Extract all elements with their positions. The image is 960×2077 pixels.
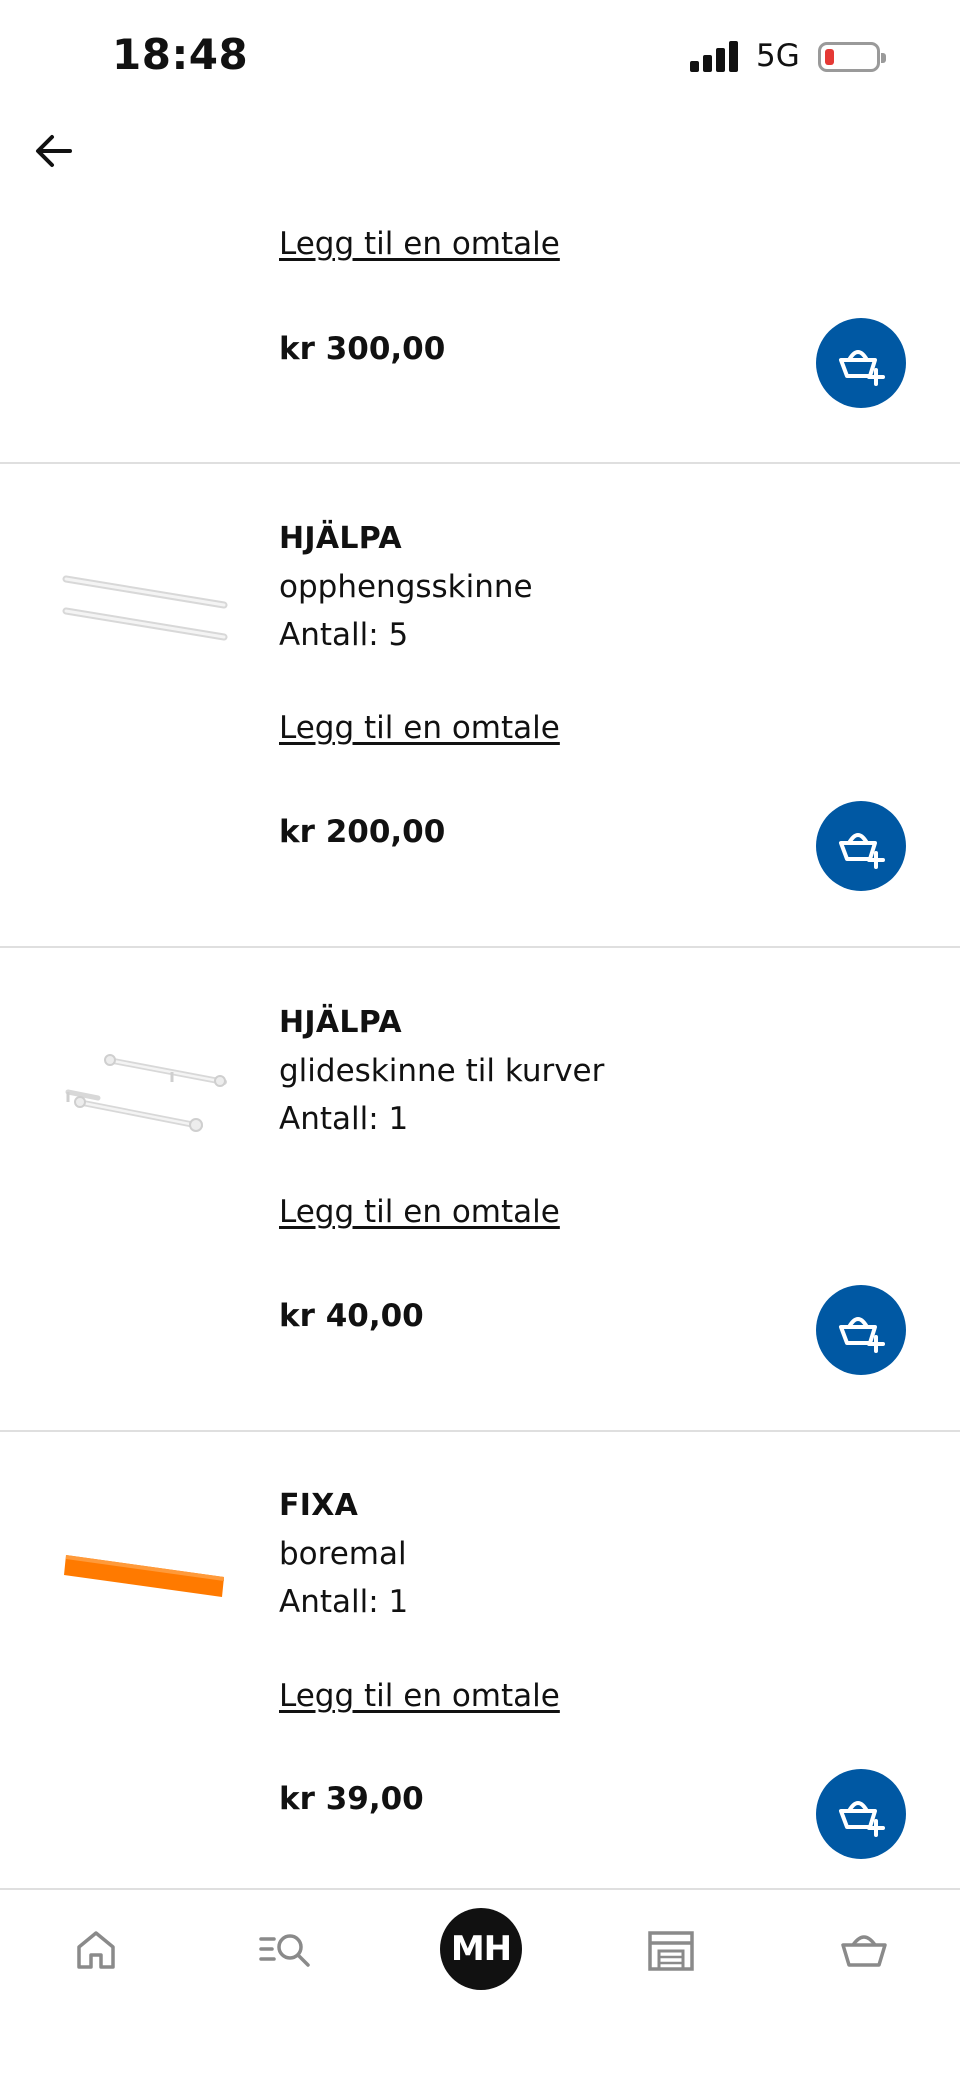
bottom-nav: MH [0, 1888, 960, 2077]
add-to-cart-button[interactable] [816, 1285, 906, 1375]
nav-store[interactable] [635, 1914, 707, 1986]
add-review-link[interactable]: Legg til en omtale [279, 1194, 560, 1230]
add-to-cart-button[interactable] [816, 318, 906, 408]
basket-plus-icon [839, 833, 885, 869]
arrow-left-icon [36, 135, 72, 167]
add-to-cart-button[interactable] [816, 801, 906, 891]
product-brand: FIXA [279, 1488, 359, 1523]
basket-icon [841, 1935, 887, 1967]
nav-basket[interactable] [828, 1914, 900, 1986]
product-brand: HJÄLPA [279, 1005, 402, 1040]
home-icon [77, 1931, 115, 1969]
product-description: opphengsskinne [279, 569, 533, 605]
basket-plus-icon [839, 1801, 885, 1837]
battery-icon [818, 42, 886, 72]
status-bar: 18:48 5G [0, 0, 960, 110]
divider [0, 462, 960, 464]
nav-search[interactable] [250, 1914, 322, 1986]
product-quantity: Antall: 5 [279, 617, 409, 653]
item-price: kr 40,00 [279, 1298, 424, 1334]
back-button[interactable] [30, 126, 80, 176]
product-image [62, 575, 228, 641]
item-price: kr 200,00 [279, 814, 446, 850]
basket-plus-icon [839, 1317, 885, 1353]
product-description: boremal [279, 1536, 407, 1572]
product-quantity: Antall: 1 [279, 1101, 409, 1137]
divider [0, 946, 960, 948]
search-icon [259, 1934, 310, 1967]
store-icon [648, 1931, 694, 1971]
nav-home[interactable] [60, 1914, 132, 1986]
product-brand: HJÄLPA [279, 521, 402, 556]
divider [0, 1430, 960, 1432]
profile-avatar[interactable]: MH [440, 1908, 522, 1990]
add-review-link[interactable]: Legg til en omtale [279, 226, 560, 262]
network-label: 5G [756, 38, 800, 74]
item-price: kr 39,00 [279, 1781, 424, 1817]
basket-plus-icon [839, 350, 885, 386]
add-review-link[interactable]: Legg til en omtale [279, 710, 560, 746]
signal-icon [690, 40, 740, 72]
product-image [64, 1555, 224, 1597]
product-description: glideskinne til kurver [279, 1053, 605, 1089]
item-price: kr 300,00 [279, 331, 446, 367]
add-to-cart-button[interactable] [816, 1769, 906, 1859]
product-image [65, 1054, 227, 1132]
add-review-link[interactable]: Legg til en omtale [279, 1678, 560, 1714]
product-quantity: Antall: 1 [279, 1584, 409, 1620]
status-time: 18:48 [112, 30, 249, 79]
